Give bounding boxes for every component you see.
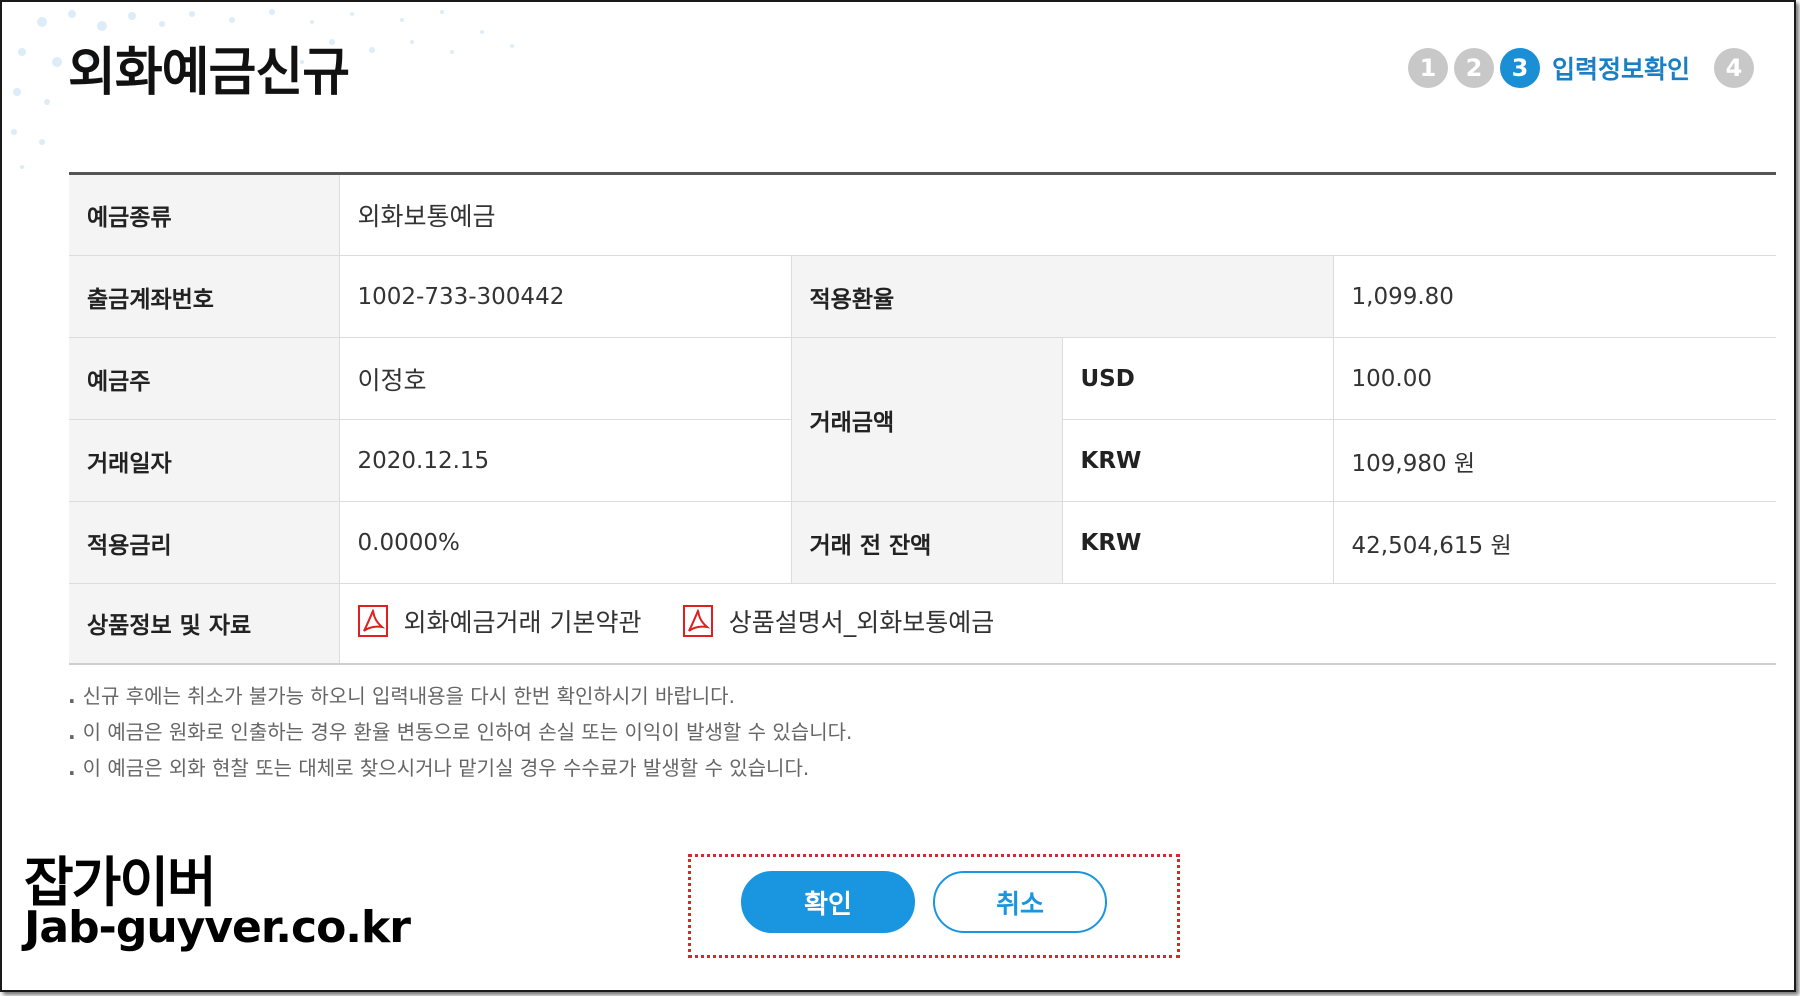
product-info-label: 상품정보 및 자료 <box>69 583 340 665</box>
deposit-type-value: 외화보통예금 <box>339 173 1777 256</box>
holder-value: 이정호 <box>339 337 792 420</box>
table-row: 예금종류 외화보통예금 <box>69 173 1777 256</box>
usd-value: 100.00 <box>1333 337 1777 420</box>
button-highlight-box: 확인 취소 <box>688 854 1180 958</box>
table-row: 출금계좌번호 1002-733-300442 적용환율 1,099.80 <box>69 255 1777 338</box>
step-2: 2 <box>1453 48 1494 88</box>
balance-value: 42,504,615 원 <box>1333 501 1777 584</box>
step-indicator: 1 2 3 입력정보확인 4 <box>1407 48 1754 88</box>
notice-item: 이 예금은 외화 현찰 또는 대체로 찾으시거나 맡기실 경우 수수료가 발생할… <box>68 750 852 786</box>
notice-item: 신규 후에는 취소가 불가능 하오니 입력내용을 다시 한번 확인하시기 바랍니… <box>68 678 852 714</box>
withdraw-account-label: 출금계좌번호 <box>69 255 340 338</box>
notice-item: 이 예금은 원화로 인출하는 경우 환율 변동으로 인하여 손실 또는 이익이 … <box>68 714 853 750</box>
product-doc-links: 외화예금거래 기본약관 상품설명서_외화보통예금 <box>339 583 1777 665</box>
holder-label: 예금주 <box>69 337 340 420</box>
usd-label: USD <box>1062 337 1334 420</box>
watermark-url: Jab-guyver.co.kr <box>24 902 411 953</box>
step-1: 1 <box>1407 48 1448 88</box>
page-title: 외화예금신규 <box>68 43 350 103</box>
exchange-rate-value: 1,099.80 <box>1333 255 1777 338</box>
deposit-type-label: 예금종류 <box>69 173 340 256</box>
product-description-pdf-label: 상품설명서_외화보통예금 <box>728 608 995 638</box>
balance-currency: KRW <box>1062 501 1334 584</box>
table-row: 상품정보 및 자료 외화예금거래 기본약관 상품설명서_외화보통예금 <box>69 583 1777 665</box>
withdraw-account-value: 1002-733-300442 <box>339 255 792 338</box>
balance-label: 거래 전 잔액 <box>791 501 1063 584</box>
table-row: 예금주 이정호 거래금액 USD 100.00 <box>69 337 1777 502</box>
date-value: 2020.12.15 <box>339 419 792 502</box>
terms-pdf-link[interactable]: 외화예금거래 기본약관 <box>357 603 642 639</box>
current-step-label: 입력정보확인 <box>1551 55 1690 84</box>
amount-label: 거래금액 <box>791 337 1063 502</box>
pdf-icon <box>357 605 388 638</box>
terms-pdf-label: 외화예금거래 기본약관 <box>403 608 642 638</box>
exchange-rate-label: 적용환율 <box>791 255 1334 338</box>
deposit-info-table: 예금종류 외화보통예금 출금계좌번호 1002-733-300442 적용환율 … <box>69 172 1777 665</box>
date-label: 거래일자 <box>69 419 340 502</box>
confirm-button[interactable]: 확인 <box>741 871 915 933</box>
product-description-pdf-link[interactable]: 상품설명서_외화보통예금 <box>682 603 995 639</box>
cancel-button[interactable]: 취소 <box>933 871 1107 933</box>
step-3-current: 3 <box>1499 48 1540 88</box>
interest-value: 0.0000% <box>339 501 792 584</box>
pdf-icon <box>682 605 713 638</box>
window-frame: 외화예금신규 1 2 3 입력정보확인 4 예금종류 외화보통예금 출금계좌번호… <box>0 0 1796 992</box>
step-4: 4 <box>1714 48 1754 88</box>
krw-label: KRW <box>1062 419 1334 502</box>
krw-value: 109,980 원 <box>1333 419 1777 502</box>
table-row: 적용금리 0.0000% 거래 전 잔액 KRW 42,504,615 원 <box>69 501 1777 584</box>
interest-label: 적용금리 <box>69 501 340 584</box>
notice-list: 신규 후에는 취소가 불가능 하오니 입력내용을 다시 한번 확인하시기 바랍니… <box>68 678 853 786</box>
